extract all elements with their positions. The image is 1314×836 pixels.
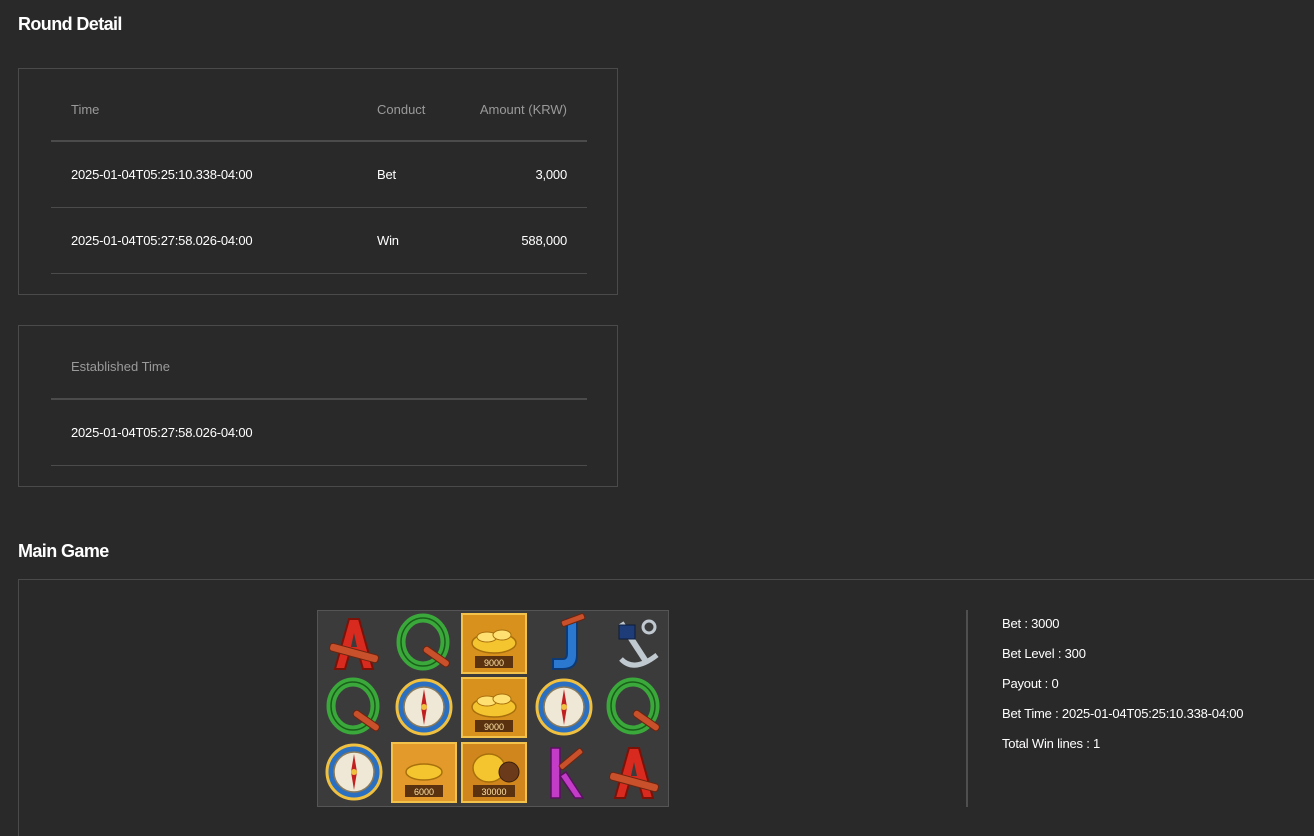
symbol-j-icon [531, 613, 597, 674]
anchor-icon [601, 613, 667, 674]
treasure-chest-icon: 30000 [461, 742, 527, 803]
vertical-divider [966, 610, 968, 807]
table-header-row: Established Time [51, 335, 587, 400]
symbol-k-icon [531, 742, 597, 803]
row-conduct: Win [357, 207, 447, 274]
row-amount: 3,000 [447, 141, 587, 208]
round-detail-title: Round Detail [18, 14, 122, 34]
table-row: 2025-01-04T05:27:58.026-04:00 [51, 399, 587, 466]
table-row: 2025-01-04T05:25:10.338-04:00 Bet 3,000 [51, 141, 587, 208]
header-conduct: Conduct [357, 78, 447, 142]
table-header-row: Time Conduct Amount (KRW) [51, 78, 587, 142]
row-amount: 588,000 [447, 207, 587, 274]
gold-bars-icon: 6000 [391, 742, 457, 803]
payout: Payout : 0 [1002, 676, 1059, 691]
gold-coins-icon: 9000 [461, 677, 527, 738]
bet-level: Bet Level : 300 [1002, 646, 1086, 661]
transactions-panel: Time Conduct Amount (KRW) 2025-01-04T05:… [18, 68, 618, 295]
compass-icon [531, 677, 597, 738]
table-row: 2025-01-04T05:27:58.026-04:00 Win 588,00… [51, 207, 587, 274]
cell-value: 6000 [414, 787, 434, 797]
compass-icon [391, 677, 457, 738]
symbol-q-icon [601, 677, 667, 738]
cell-value: 9000 [484, 722, 504, 732]
cell-value: 30000 [481, 787, 506, 797]
total-win-lines: Total Win lines : 1 [1002, 736, 1101, 751]
slot-reels: 9000 9000 6000 30000 [317, 610, 669, 807]
header-time: Time [51, 78, 357, 142]
header-established-time: Established Time [51, 335, 587, 400]
established-panel: Established Time 2025-01-04T05:27:58.026… [18, 325, 618, 487]
bet-time: Bet Time : 2025-01-04T05:25:10.338-04:00 [1002, 706, 1244, 721]
row-time: 2025-01-04T05:27:58.026-04:00 [51, 207, 357, 274]
compass-icon [321, 742, 387, 803]
bet-info: Bet : 3000 Bet Level : 300 Payout : 0 Be… [1002, 616, 1244, 766]
header-amount: Amount (KRW) [447, 78, 587, 142]
symbol-a-icon [321, 613, 387, 674]
symbol-a-icon [601, 742, 667, 803]
row-conduct: Bet [357, 141, 447, 208]
main-game-title: Main Game [18, 541, 109, 561]
gold-coins-icon: 9000 [461, 613, 527, 674]
cell-value: 9000 [484, 658, 504, 668]
symbol-q-icon [391, 613, 457, 674]
symbol-q-icon [321, 677, 387, 738]
main-game-panel: 9000 9000 6000 30000 Bet: 3000 Bet Leve… [18, 579, 1314, 836]
transactions-table: Time Conduct Amount (KRW) 2025-01-04T05:… [51, 78, 587, 274]
bet-amount: Bet : 3000 [1002, 616, 1060, 631]
established-table: Established Time 2025-01-04T05:27:58.026… [51, 335, 587, 466]
row-time: 2025-01-04T05:25:10.338-04:00 [51, 141, 357, 208]
established-time-value: 2025-01-04T05:27:58.026-04:00 [51, 399, 587, 466]
